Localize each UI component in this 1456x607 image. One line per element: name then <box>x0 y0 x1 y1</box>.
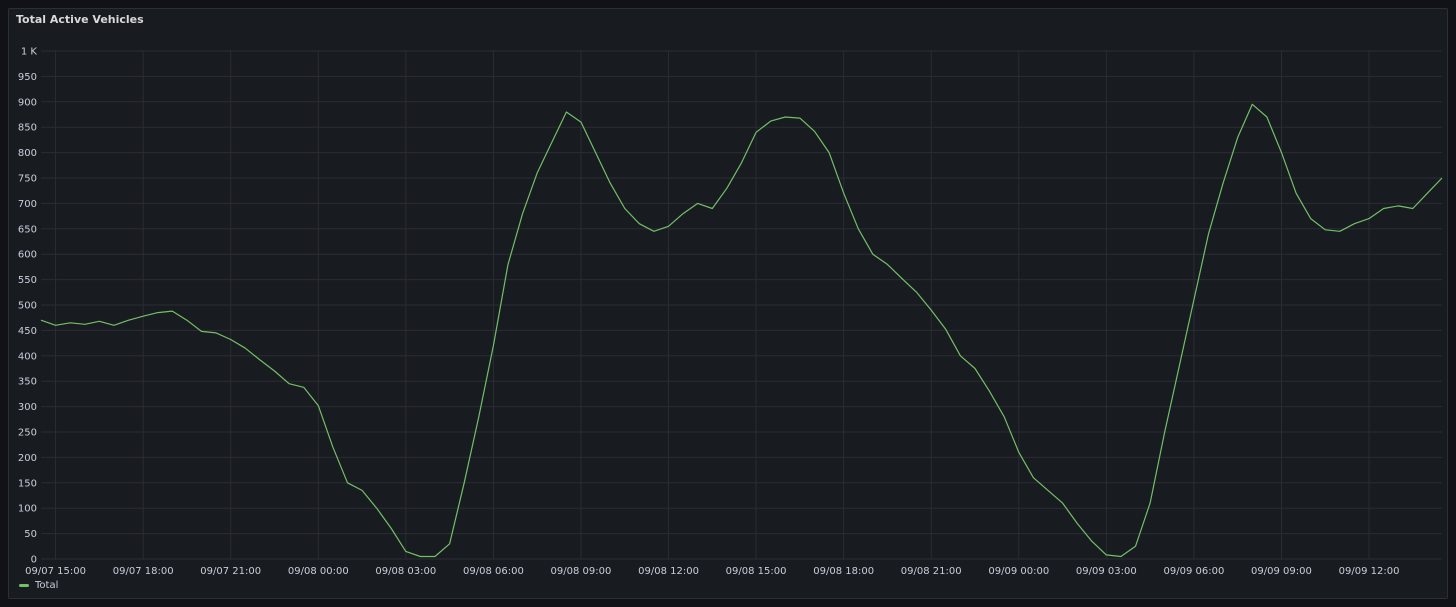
y-tick-label: 50 <box>24 529 37 540</box>
y-tick-label: 250 <box>18 428 37 439</box>
y-tick-label: 900 <box>18 97 37 108</box>
line-chart: 0 50 100 150 200 250 300 350 400 450 500 550 600 650 7… <box>18 47 1443 577</box>
y-tick-label: 450 <box>18 326 37 337</box>
x-tick-label: 09/08 06:00 <box>463 566 524 577</box>
x-tick-label: 09/08 03:00 <box>375 566 436 577</box>
y-tick-label: 800 <box>18 148 37 159</box>
x-tick-label: 09/08 12:00 <box>638 566 699 577</box>
x-tick-label: 09/08 09:00 <box>551 566 612 577</box>
x-tick-label: 09/09 03:00 <box>1076 566 1137 577</box>
x-tick-label: 09/08 15:00 <box>726 566 787 577</box>
x-tick-label: 09/07 21:00 <box>200 566 261 577</box>
y-tick-label: 300 <box>18 402 37 413</box>
x-tick-label: 09/07 18:00 <box>113 566 174 577</box>
y-tick-label: 850 <box>18 123 37 134</box>
y-tick-label: 750 <box>18 174 37 185</box>
y-tick-label: 650 <box>18 224 37 235</box>
y-tick-label: 200 <box>18 453 37 464</box>
legend[interactable]: Total <box>19 580 58 591</box>
legend-label-total: Total <box>35 580 59 591</box>
x-tick-label: 09/08 18:00 <box>813 566 874 577</box>
legend-swatch <box>19 584 29 587</box>
chart-panel: Total Active Vehicles 0 50 100 150 200 250 300… <box>8 8 1448 599</box>
y-tick-label: 500 <box>18 301 37 312</box>
x-tick-label: 09/09 09:00 <box>1251 566 1312 577</box>
y-tick-label: 350 <box>18 377 37 388</box>
x-tick-label: 09/09 00:00 <box>988 566 1049 577</box>
y-tick-label: 0 <box>31 555 37 566</box>
y-tick-label: 100 <box>18 504 37 515</box>
x-tick-label: 09/08 00:00 <box>288 566 349 577</box>
y-tick-label: 550 <box>18 275 37 286</box>
y-tick-label: 150 <box>18 478 37 489</box>
y-tick-label: 950 <box>18 72 37 83</box>
x-tick-label: 09/07 15:00 <box>25 566 86 577</box>
y-tick-label: 600 <box>18 250 37 261</box>
y-tick-label: 1 K <box>21 47 38 58</box>
x-tick-label: 09/09 12:00 <box>1339 566 1400 577</box>
x-tick-label: 09/09 06:00 <box>1163 566 1224 577</box>
y-tick-label: 700 <box>18 199 37 210</box>
y-tick-label: 400 <box>18 351 37 362</box>
x-tick-label: 09/08 21:00 <box>901 566 962 577</box>
